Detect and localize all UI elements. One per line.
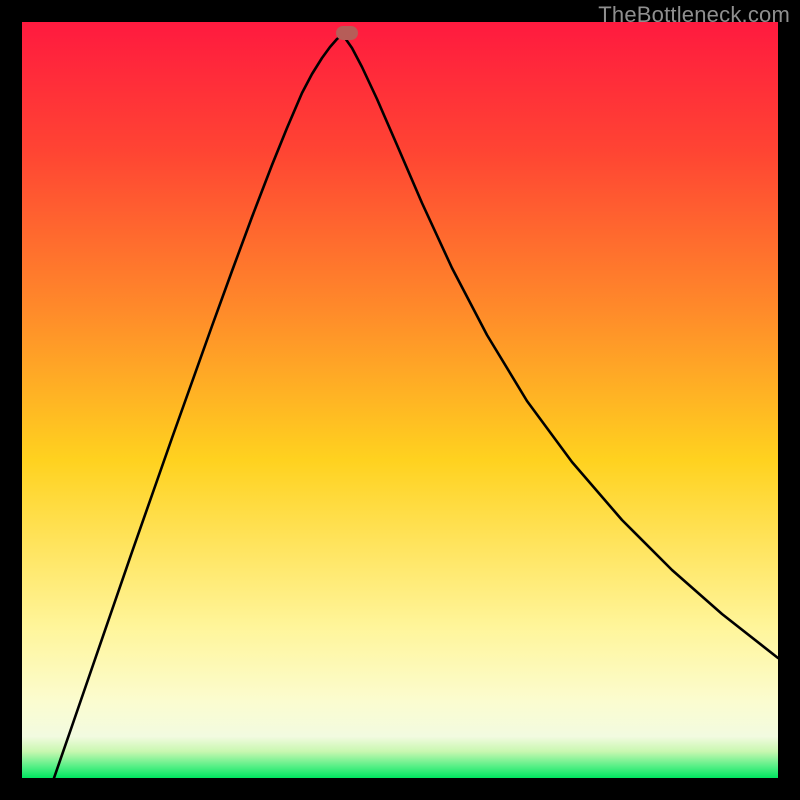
- plot-background: [22, 22, 778, 778]
- chart-frame: [22, 22, 778, 778]
- optimal-point-marker: [336, 26, 358, 40]
- chart-svg: [22, 22, 778, 778]
- watermark-text: TheBottleneck.com: [598, 2, 790, 28]
